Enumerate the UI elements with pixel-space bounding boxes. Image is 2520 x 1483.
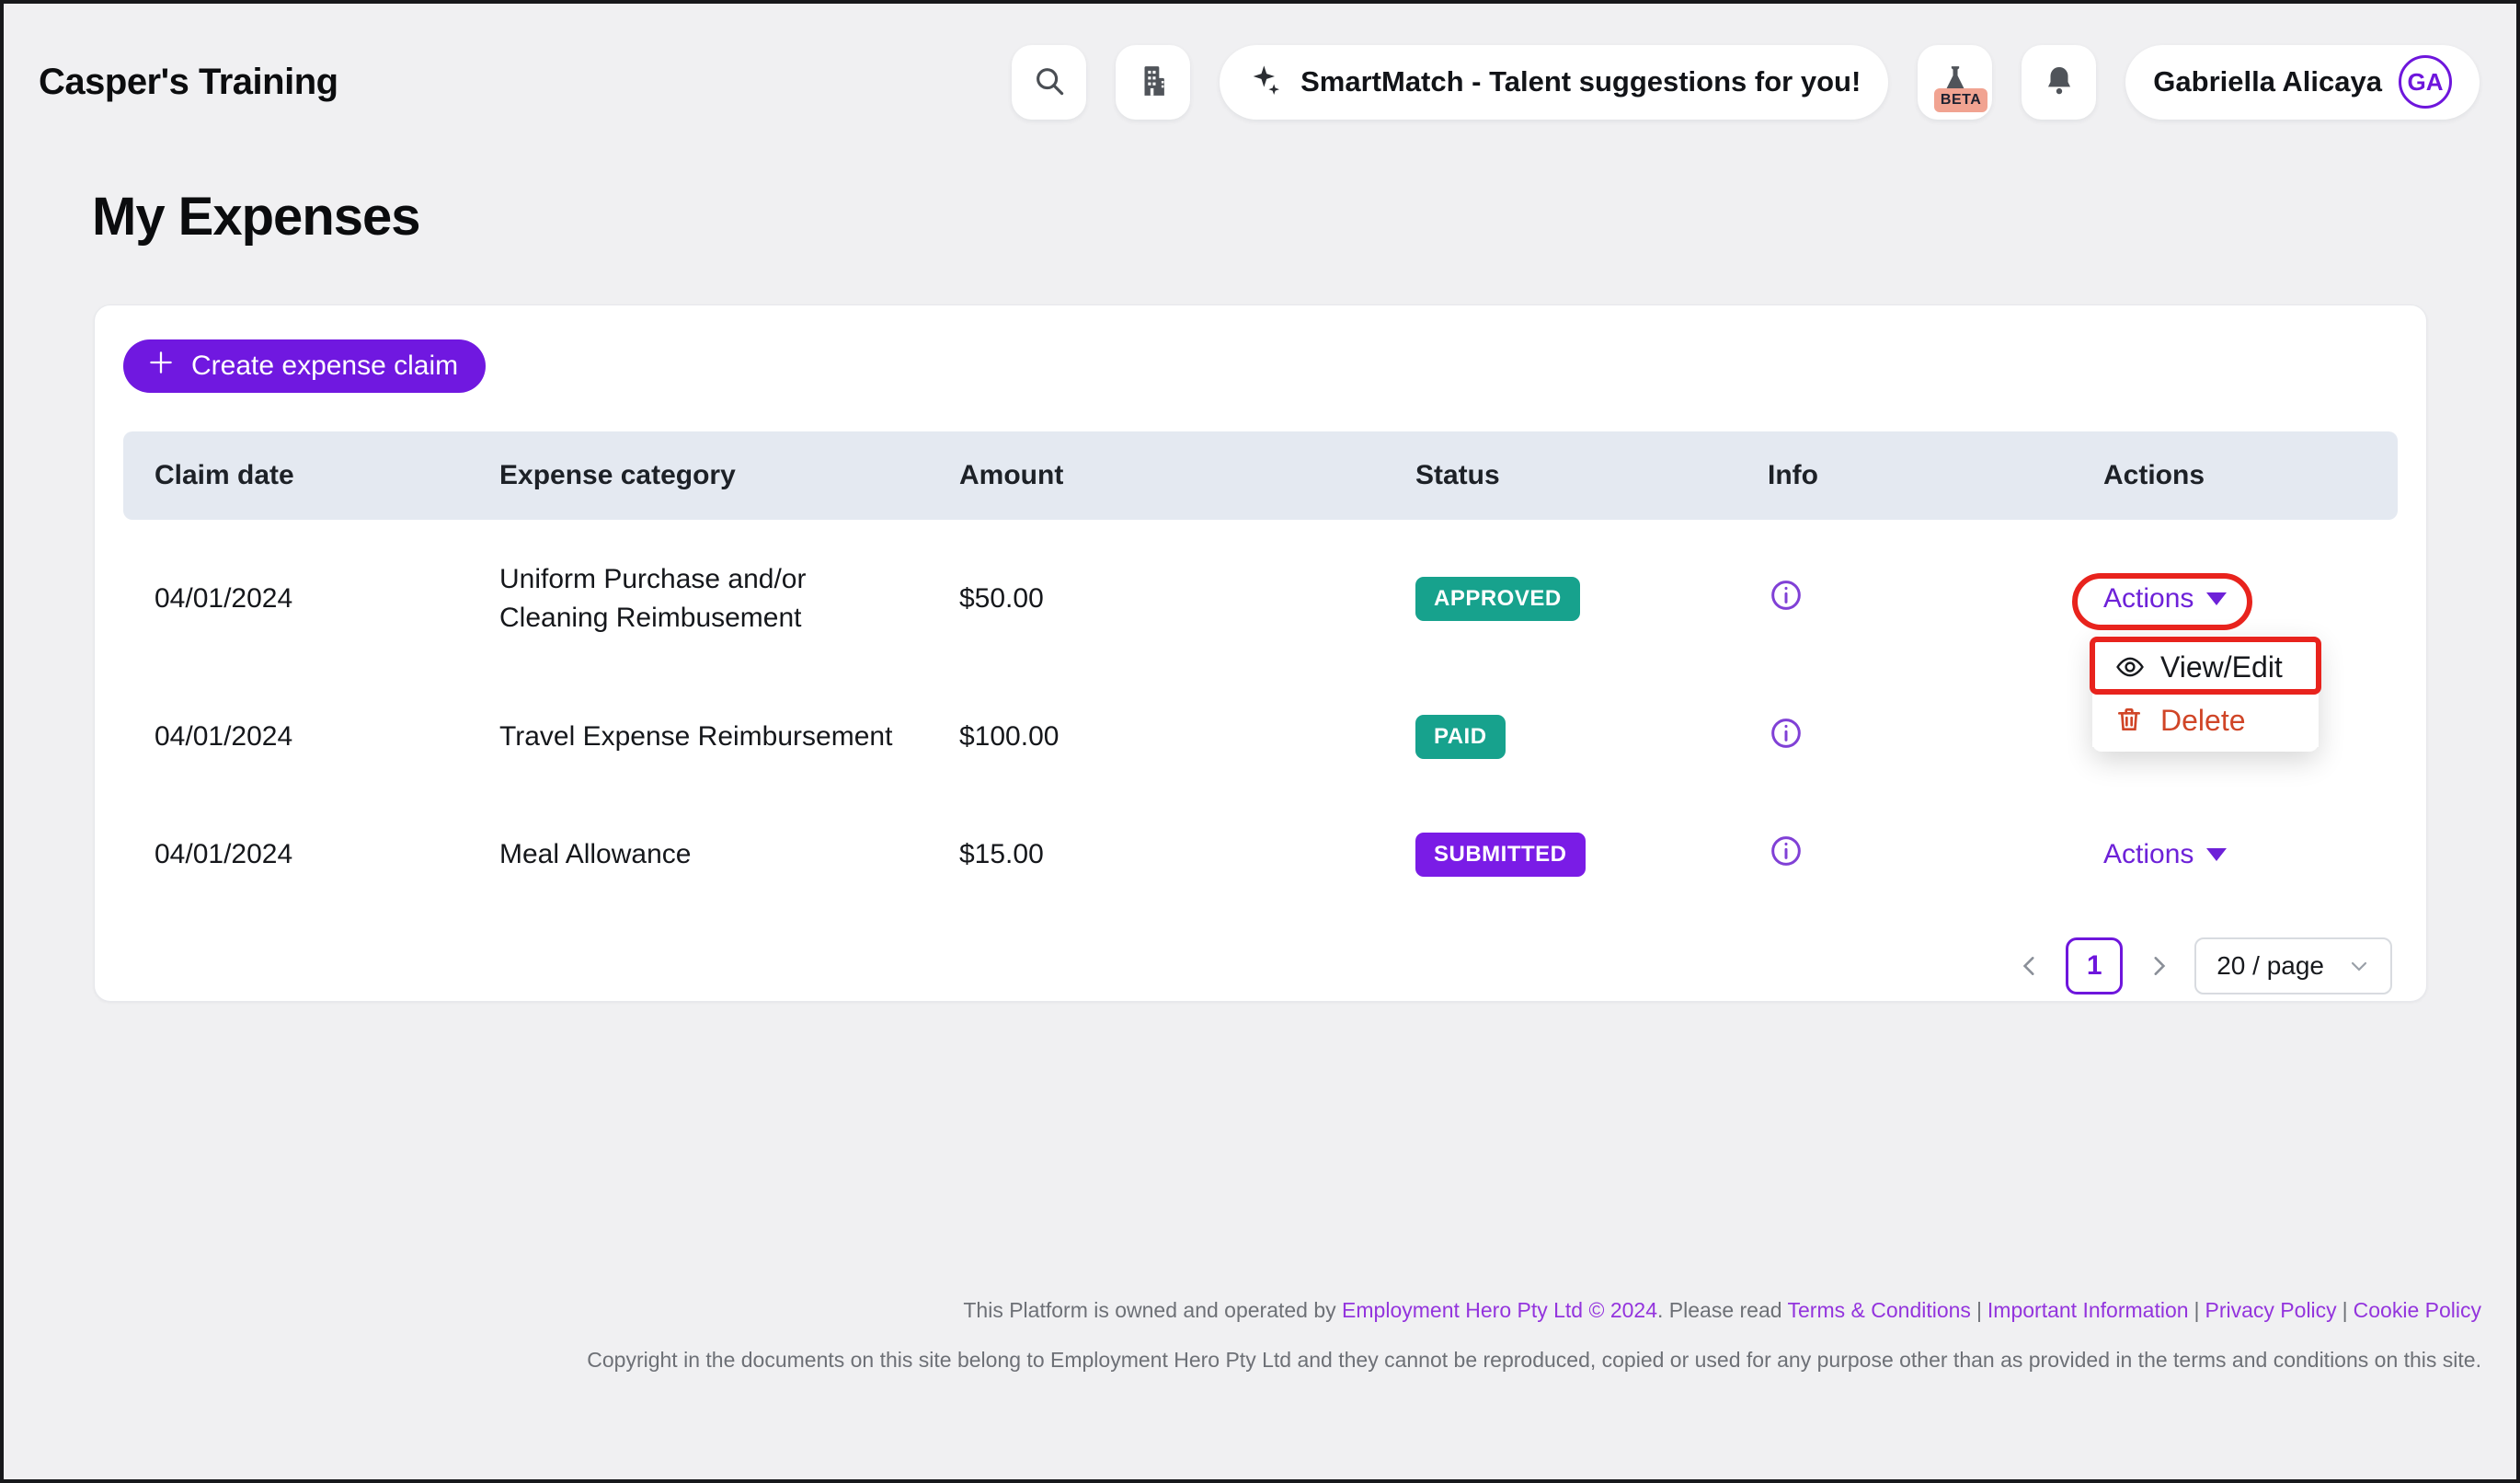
smartmatch-button[interactable]: SmartMatch - Talent suggestions for you! (1220, 45, 1888, 120)
claim-date-value: 04/01/2024 (123, 583, 468, 615)
footer-separator: | (2337, 1298, 2354, 1322)
menu-item-view-edit-label: View/Edit (2160, 650, 2283, 684)
sparkle-icon (1247, 63, 1284, 102)
info-icon[interactable] (1768, 715, 1804, 752)
table-row: 04/01/2024 Uniform Purchase and/or Clean… (123, 520, 2398, 678)
bell-icon (2042, 63, 2077, 101)
footer-line-2: Copyright in the documents on this site … (4, 1348, 2481, 1373)
amount-value: $50.00 (928, 583, 1384, 615)
footer: This Platform is owned and operated by E… (4, 1298, 2516, 1373)
column-actions: Actions (2072, 460, 2398, 491)
amount-value: $15.00 (928, 839, 1384, 870)
footer-line-1: This Platform is owned and operated by E… (4, 1298, 2481, 1323)
footer-text: This Platform is owned and operated by (963, 1298, 1342, 1322)
chevron-down-icon (2348, 955, 2370, 977)
status-badge: PAID (1415, 715, 1506, 759)
user-menu-button[interactable]: Gabriella Alicaya GA (2125, 45, 2480, 120)
page-number-button[interactable]: 1 (2066, 937, 2123, 994)
claim-date-value: 04/01/2024 (123, 721, 468, 753)
footer-link-cookie-policy[interactable]: Cookie Policy (2354, 1298, 2481, 1322)
create-expense-claim-label: Create expense claim (191, 351, 458, 382)
organisation-button[interactable] (1116, 45, 1190, 120)
top-bar: Casper's Training (4, 4, 2516, 132)
page-title: My Expenses (92, 186, 2516, 247)
footer-text: . Please read (1657, 1298, 1788, 1322)
footer-link-important-information[interactable]: Important Information (1987, 1298, 2189, 1322)
caret-down-icon (2206, 592, 2227, 605)
column-claim-date: Claim date (123, 460, 468, 491)
plus-icon (145, 347, 177, 385)
app-screen: Casper's Training (0, 0, 2520, 1483)
actions-dropdown-trigger[interactable]: Actions (2103, 839, 2227, 870)
menu-item-delete[interactable]: Delete (2092, 694, 2319, 747)
search-button[interactable] (1012, 45, 1086, 120)
brand-title: Casper's Training (39, 62, 338, 103)
column-status: Status (1384, 460, 1736, 491)
table-row: 04/01/2024 Meal Allowance $15.00 SUBMITT… (123, 796, 2398, 914)
actions-label: Actions (2103, 583, 2194, 615)
smartmatch-label: SmartMatch - Talent suggestions for you! (1300, 65, 1861, 98)
table-row: 04/01/2024 Travel Expense Reimbursement … (123, 678, 2398, 796)
caret-down-icon (2206, 848, 2227, 861)
actions-dropdown-trigger[interactable]: Actions (2103, 583, 2227, 615)
beta-labs-button[interactable]: BETA (1918, 45, 1992, 120)
column-expense-category: Expense category (468, 460, 928, 491)
top-bar-actions: SmartMatch - Talent suggestions for you!… (1012, 45, 2480, 120)
table-header-row: Claim date Expense category Amount Statu… (123, 431, 2398, 520)
footer-link-terms[interactable]: Terms & Conditions (1788, 1298, 1971, 1322)
info-icon[interactable] (1768, 833, 1804, 869)
previous-page-button[interactable] (2014, 950, 2045, 982)
status-badge: APPROVED (1415, 577, 1580, 621)
footer-link-privacy-policy[interactable]: Privacy Policy (2205, 1298, 2337, 1322)
column-info: Info (1736, 460, 2072, 491)
footer-separator: | (1971, 1298, 1987, 1322)
user-name: Gabriella Alicaya (2153, 65, 2382, 98)
footer-separator: | (2189, 1298, 2205, 1322)
actions-label: Actions (2103, 839, 2194, 870)
next-page-button[interactable] (2143, 950, 2174, 982)
expense-category-value: Uniform Purchase and/or Cleaning Reimbus… (499, 560, 909, 638)
eye-icon (2114, 651, 2146, 683)
footer-link-company[interactable]: Employment Hero Pty Ltd © 2024 (1342, 1298, 1657, 1322)
actions-dropdown-menu: View/Edit Delete (2092, 636, 2319, 752)
search-icon (1032, 63, 1067, 101)
expenses-card: Create expense claim Claim date Expense … (94, 305, 2427, 1002)
info-icon[interactable] (1768, 577, 1804, 614)
page-size-value: 20 / page (2216, 951, 2324, 981)
menu-item-view-edit[interactable]: View/Edit (2092, 640, 2319, 694)
page-size-select[interactable]: 20 / page (2194, 937, 2392, 994)
status-badge: SUBMITTED (1415, 833, 1586, 877)
building-icon (1136, 63, 1171, 101)
expense-category-value: Meal Allowance (499, 835, 691, 874)
expenses-table: Claim date Expense category Amount Statu… (123, 431, 2398, 914)
amount-value: $100.00 (928, 721, 1384, 753)
user-avatar: GA (2399, 55, 2452, 109)
column-amount: Amount (928, 460, 1384, 491)
create-expense-claim-button[interactable]: Create expense claim (123, 339, 486, 393)
beta-badge: BETA (1934, 88, 1987, 112)
pagination: 1 20 / page (123, 937, 2398, 994)
trash-icon (2114, 705, 2146, 736)
claim-date-value: 04/01/2024 (123, 839, 468, 870)
expense-category-value: Travel Expense Reimbursement (499, 718, 892, 756)
menu-item-delete-label: Delete (2160, 704, 2246, 738)
notifications-button[interactable] (2022, 45, 2096, 120)
